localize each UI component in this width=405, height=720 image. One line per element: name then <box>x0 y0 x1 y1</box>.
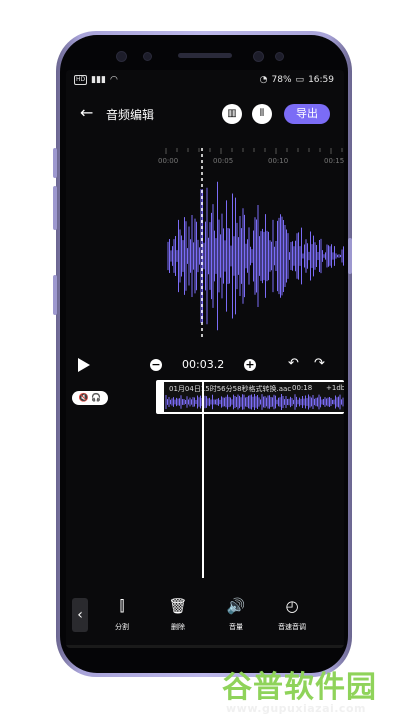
current-time: 00:03.2 <box>182 358 225 371</box>
headphone-icon[interactable]: 🎧 <box>91 393 101 402</box>
equalizer-icon[interactable]: ▥ <box>222 104 242 124</box>
watermark-url: www.gupuxiazai.com <box>226 702 366 715</box>
clip-duration: 00:18 <box>292 384 313 392</box>
back-arrow-icon[interactable]: ← <box>80 104 98 122</box>
speed-pitch-button[interactable]: ◴ 音速音调 <box>272 596 312 632</box>
waveform-icon[interactable]: ⫴ <box>252 104 272 124</box>
volume-up-button <box>53 148 57 178</box>
playback-controls: − 00:03.2 + ↶ ↷ <box>66 354 344 378</box>
app-screen: HD ▮▮▮ ◠ ◔ 78% ▭ 16:59 ← 音频编辑 ▥ ⫴ 导出 00:… <box>66 70 344 648</box>
collapse-arrow-icon[interactable]: ‹ <box>72 598 88 632</box>
export-button[interactable]: 导出 <box>284 104 330 124</box>
volume-icon: 🔊 <box>226 597 246 615</box>
wifi-icon: ◠ <box>110 75 118 85</box>
nav-line <box>66 645 344 648</box>
front-camera-icon <box>116 51 127 62</box>
signal-icon: ▮▮▮ <box>91 75 106 85</box>
bottom-toolbar: ‹ ⫿ 分割 🗑 删除 🔊 音量 ◴ 音速音调 <box>66 590 344 648</box>
clip-gain: +1db <box>326 384 344 392</box>
battery-icon: ▭ <box>295 75 305 85</box>
alarm-icon: ◔ <box>259 75 268 85</box>
speed-pitch-label: 音速音调 <box>278 623 306 631</box>
speedometer-icon: ◴ <box>285 597 299 615</box>
zoom-out-icon[interactable]: − <box>150 359 162 371</box>
waveform-view[interactable] <box>66 148 344 348</box>
delete-label: 删除 <box>171 623 185 631</box>
redo-icon[interactable]: ↷ <box>314 356 325 371</box>
delete-button[interactable]: 🗑 删除 <box>158 596 198 632</box>
trash-icon: 🗑 <box>168 597 188 615</box>
split-button[interactable]: ⫿ 分割 <box>102 596 142 632</box>
zoom-in-icon[interactable]: + <box>244 359 256 371</box>
clip-body: 01月04日15时56分58秒格式转换.aac 00:18 +1db <box>164 382 344 412</box>
play-icon[interactable] <box>78 358 90 372</box>
mute-icon[interactable]: 🔇 <box>79 393 89 402</box>
volume-down-button <box>53 186 57 230</box>
volume-button[interactable]: 🔊 音量 <box>216 596 256 632</box>
hd-tag: HD <box>74 75 88 85</box>
front-camera-2-icon <box>275 52 284 61</box>
watermark-logo: 谷普软件园 www.gupuxiazai.com <box>218 660 405 720</box>
app-header: ← 音频编辑 ▥ ⫴ 导出 <box>66 98 344 132</box>
timeline-cursor <box>202 382 204 578</box>
power-button <box>348 238 352 274</box>
volume-label: 音量 <box>229 623 243 631</box>
split-label: 分割 <box>115 623 129 631</box>
sensor-icon <box>143 52 152 61</box>
split-icon: ⫿ <box>119 597 125 615</box>
iris-scanner-icon <box>253 51 264 62</box>
earpiece-speaker <box>178 53 232 58</box>
mute-headphone-toggle[interactable]: 🔇 🎧 <box>72 391 108 405</box>
watermark-title: 谷普软件园 <box>222 670 377 705</box>
status-bar: HD ▮▮▮ ◠ ◔ 78% ▭ 16:59 <box>66 70 344 92</box>
undo-icon[interactable]: ↶ <box>288 356 299 371</box>
status-time: 16:59 <box>308 75 334 85</box>
audio-clip[interactable]: 01月04日15时56分58秒格式转换.aac 00:18 +1db <box>156 380 344 414</box>
battery-percent: 78% <box>271 75 292 85</box>
bixby-button <box>53 275 57 315</box>
track-row: 🔇 🎧 01月04日15时56分58秒格式转换.aac 00:18 +1db <box>66 378 344 418</box>
clip-file-name: 01月04日15时56分58秒格式转换.aac <box>169 385 292 393</box>
page-title: 音频编辑 <box>106 108 155 122</box>
